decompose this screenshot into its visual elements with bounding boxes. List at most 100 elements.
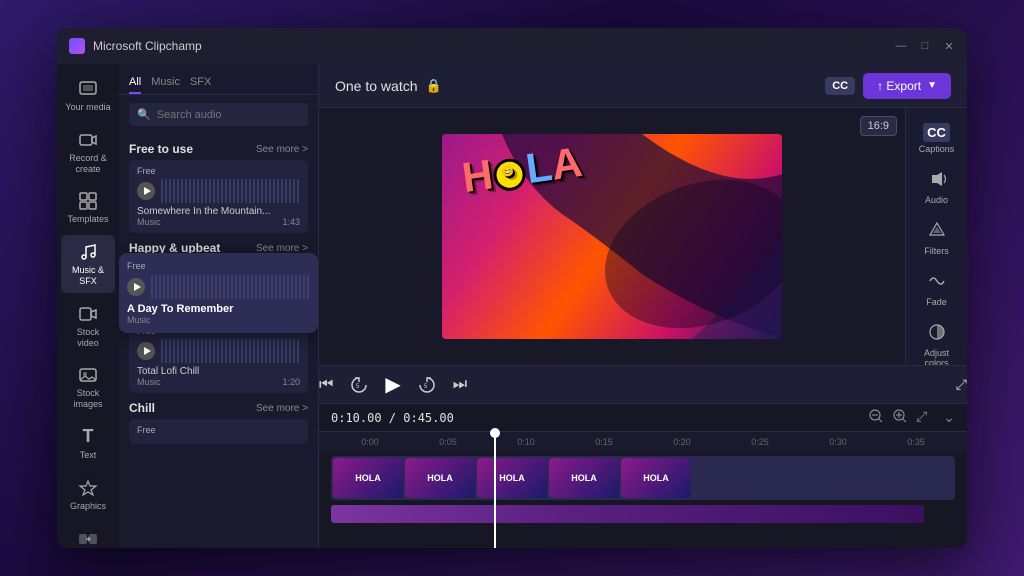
track-type-mountain: Music <box>137 217 161 227</box>
sidebar-item-text[interactable]: T Text <box>61 420 115 467</box>
tooltip-track-row <box>127 275 310 299</box>
sidebar-item-your-media[interactable]: Your media <box>61 72 115 119</box>
video-track-strip: HOLA HOLA HOLA HOLA HOLA <box>331 456 955 500</box>
section-title-free: Free to use <box>129 142 193 156</box>
right-label-adjust-colors: Adjust colors <box>914 348 960 365</box>
right-item-filters[interactable]: Filters <box>910 214 964 263</box>
tooltip-track-type: Music <box>127 315 310 325</box>
window-controls: — □ ✕ <box>895 40 955 52</box>
tick-3: 0:15 <box>565 437 643 447</box>
sidebar-item-record-create[interactable]: Record & create <box>61 123 115 181</box>
audio-tabs: All Music SFX <box>119 64 318 95</box>
sidebar-item-stock-images[interactable]: Stock images <box>61 358 115 416</box>
svg-text:5: 5 <box>356 384 360 390</box>
right-item-fade[interactable]: Fade <box>910 265 964 314</box>
clip-hola-3[interactable]: HOLA <box>477 458 547 498</box>
track-duration-mountain: 1:43 <box>282 217 300 227</box>
sidebar-item-templates[interactable]: Templates <box>61 184 115 231</box>
tooltip-play-button[interactable] <box>127 278 145 296</box>
track-mountain: Free Somewhere In the Mountain... Music … <box>129 160 308 233</box>
export-button[interactable]: ↑ Export ▼ <box>863 73 951 99</box>
tab-all[interactable]: All <box>129 72 141 94</box>
video-title: One to watch <box>335 78 418 94</box>
tick-1: 0:05 <box>409 437 487 447</box>
clip-hola-2[interactable]: HOLA <box>405 458 475 498</box>
captions-icon: CC <box>923 123 950 142</box>
fit-timeline-button[interactable]: ⤢ <box>916 408 927 427</box>
sidebar-item-graphics[interactable]: Graphics <box>61 471 115 518</box>
sidebar-item-transitions[interactable]: Transitions <box>61 522 115 548</box>
see-more-chill[interactable]: See more > <box>256 403 308 414</box>
sidebar-label-your-media: Your media <box>65 102 110 113</box>
adjust-colors-icon <box>928 323 946 346</box>
clip-hola-4[interactable]: HOLA <box>549 458 619 498</box>
track-name-mountain: Somewhere In the Mountain... <box>137 206 300 217</box>
fade-icon <box>928 272 946 295</box>
sidebar-label-music-sfx: Music & SFX <box>65 265 111 287</box>
zoom-out-button[interactable] <box>868 408 884 427</box>
see-more-free[interactable]: See more > <box>256 144 308 155</box>
play-button-lofi[interactable] <box>137 342 155 360</box>
timeline-tools: ⤢ <box>868 408 927 427</box>
sidebar-label-graphics: Graphics <box>70 501 106 512</box>
section-header-chill: Chill See more > <box>129 401 308 415</box>
right-item-audio[interactable]: Audio <box>910 163 964 212</box>
ruler-tick-row: 0:00 0:05 0:10 0:15 0:20 0:25 0:30 0:35 <box>331 437 955 447</box>
fullscreen-button[interactable]: ⤢ <box>956 376 967 393</box>
tooltip-track-name: A Day To Remember <box>127 303 310 315</box>
audio-icon <box>928 170 946 193</box>
right-label-filters: Filters <box>924 246 949 256</box>
minimize-button[interactable]: — <box>895 40 907 52</box>
play-pause-button[interactable]: ▶ <box>385 372 400 397</box>
sidebar: Your media Record & create <box>57 64 119 548</box>
stock-images-icon <box>77 364 99 386</box>
video-background: H😊LA <box>442 134 782 339</box>
tooltip-waveform <box>151 275 310 299</box>
tick-0: 0:00 <box>331 437 409 447</box>
sidebar-label-stock-video: Stock video <box>65 327 111 349</box>
app-icon <box>69 38 85 54</box>
forward-5s-button[interactable]: 5 <box>417 375 437 395</box>
right-panel: CC Captions Audio <box>905 108 967 365</box>
window-title: Microsoft Clipchamp <box>93 39 895 53</box>
search-input[interactable] <box>157 109 300 121</box>
skip-forward-button[interactable]: ⏭ <box>453 376 467 394</box>
sidebar-item-stock-video[interactable]: Stock video <box>61 297 115 355</box>
cc-badge[interactable]: CC <box>825 77 855 95</box>
play-icon-mountain <box>144 187 151 195</box>
right-item-captions[interactable]: CC Captions <box>910 116 964 161</box>
track-row-lofi <box>137 339 300 363</box>
maximize-button[interactable]: □ <box>919 40 931 52</box>
badge-chill: Free <box>137 425 300 435</box>
your-media-icon <box>77 78 99 100</box>
clip-hola-5[interactable]: HOLA <box>621 458 691 498</box>
video-preview: H😊LA 16:9 <box>319 108 905 365</box>
sidebar-item-music-sfx[interactable]: Music & SFX <box>61 235 115 293</box>
play-button-mountain[interactable] <box>137 182 155 200</box>
right-label-captions: Captions <box>919 144 955 154</box>
clip-hola-1[interactable]: HOLA <box>333 458 403 498</box>
timeline-expand-button[interactable]: ⌄ <box>943 409 955 426</box>
skip-back-button[interactable]: ⏮ <box>319 376 333 394</box>
svg-text:5: 5 <box>424 384 428 390</box>
tab-music[interactable]: Music <box>151 72 180 94</box>
zoom-in-button[interactable] <box>892 408 908 427</box>
audio-track-strip <box>331 505 924 523</box>
stock-video-icon <box>77 303 99 325</box>
filters-icon <box>928 221 946 244</box>
tab-sfx[interactable]: SFX <box>190 72 211 94</box>
rewind-5s-button[interactable]: 5 <box>349 375 369 395</box>
app-window: Microsoft Clipchamp — □ ✕ Your media <box>57 28 967 548</box>
close-button[interactable]: ✕ <box>943 40 955 52</box>
sidebar-label-stock-images: Stock images <box>65 388 111 410</box>
see-more-happy[interactable]: See more > <box>256 243 308 254</box>
export-label: ↑ Export <box>877 79 921 93</box>
right-item-adjust-colors[interactable]: Adjust colors <box>910 316 964 365</box>
tick-2: 0:10 <box>487 437 565 447</box>
aspect-ratio-badge[interactable]: 16:9 <box>860 116 897 136</box>
record-create-icon <box>77 129 99 151</box>
section-header-free: Free to use See more > <box>129 142 308 156</box>
video-frame: H😊LA <box>442 134 782 339</box>
waveform-lofi <box>161 339 300 363</box>
center-area: One to watch 🔒 CC ↑ Export ▼ <box>319 64 967 548</box>
